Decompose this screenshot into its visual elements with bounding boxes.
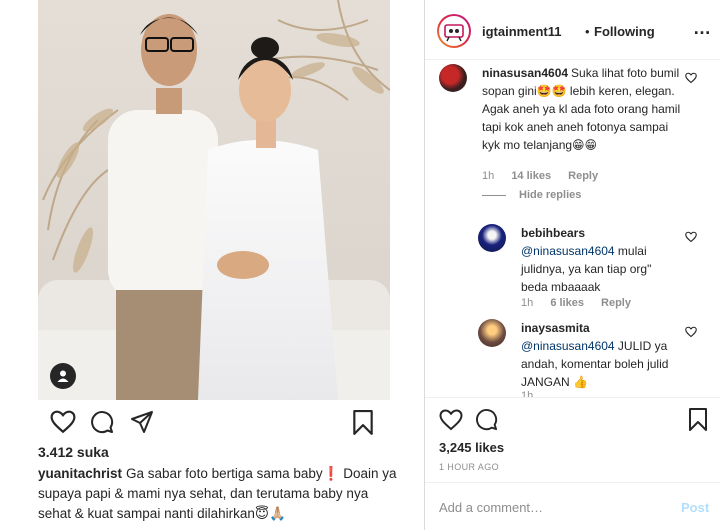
caption-username[interactable]: yuanitachrist (38, 466, 122, 481)
comment-button[interactable] (475, 408, 498, 436)
comment-likes[interactable]: 14 likes (511, 170, 551, 182)
post-comment-button[interactable]: Post (681, 500, 709, 515)
comment-meta: 1h (521, 390, 547, 397)
comments-list[interactable]: ninasusan4604 Suka lihat foto bumil sopan… (425, 60, 720, 397)
post-actions: 3,245 likes 1 HOUR AGO (425, 397, 720, 482)
post-photo[interactable] (38, 0, 390, 400)
heart-icon (50, 410, 76, 434)
hide-replies-line (482, 195, 506, 196)
comment-likes[interactable]: 6 likes (550, 297, 584, 309)
account-username[interactable]: igtainment11 (482, 24, 561, 39)
comment-heart-icon[interactable] (685, 326, 697, 338)
comment-time[interactable]: 1h (521, 390, 533, 397)
comment-meta: 1h 14 likes Reply (482, 170, 612, 182)
comment-time[interactable]: 1h (482, 170, 494, 182)
comment-avatar[interactable] (478, 224, 506, 252)
left-share-button[interactable] (130, 410, 154, 436)
comment-text: inaysasmita @ninasusan4604 JULID ya andah… (521, 319, 681, 391)
post-timestamp[interactable]: 1 HOUR AGO (439, 462, 499, 472)
bookmark-icon (689, 408, 707, 431)
post-header: igtainment11 • Following … (425, 0, 720, 60)
add-comment-input[interactable] (439, 497, 659, 517)
comment-heart-icon[interactable] (685, 72, 697, 84)
more-icon[interactable]: … (693, 18, 712, 39)
comment-username[interactable]: ninasusan4604 (482, 66, 568, 80)
account-avatar[interactable] (437, 14, 471, 48)
like-count[interactable]: 3,245 likes (439, 440, 504, 455)
comment-time[interactable]: 1h (521, 297, 533, 309)
right-post-panel: igtainment11 • Following … ninasusan4604… (425, 0, 720, 530)
reply-button[interactable]: Reply (601, 297, 631, 309)
hide-replies-button[interactable]: Hide replies (519, 189, 581, 201)
heart-icon (439, 409, 463, 431)
following-button[interactable]: Following (594, 24, 655, 39)
share-icon (131, 411, 153, 433)
left-post-card: 3.412 suka yuanitachrist Ga sabar foto be… (0, 0, 425, 530)
comment-text: bebihbears @ninasusan4604 mulai julidnya,… (521, 224, 681, 296)
comment-icon (91, 411, 114, 434)
comment-text: ninasusan4604 Suka lihat foto bumil sopan… (482, 64, 682, 154)
account-logo-icon (444, 24, 464, 42)
left-like-button[interactable] (50, 410, 76, 436)
bookmark-icon (353, 410, 373, 435)
comment-icon (476, 409, 498, 431)
like-button[interactable] (439, 409, 463, 436)
reply-button[interactable]: Reply (568, 170, 598, 182)
comment-heart-icon[interactable] (685, 231, 697, 243)
header-separator: • (585, 24, 590, 39)
comment-meta: 1h 6 likes Reply (521, 297, 645, 309)
comment-mention[interactable]: @ninasusan4604 (521, 339, 615, 353)
user-tag-button[interactable] (50, 363, 76, 389)
comment-avatar[interactable] (439, 64, 467, 92)
left-like-count[interactable]: 3.412 suka (38, 444, 109, 460)
comment-avatar[interactable] (478, 319, 506, 347)
save-button[interactable] (688, 408, 708, 437)
comment-username[interactable]: inaysasmita (521, 321, 590, 335)
comment-username[interactable]: bebihbears (521, 226, 585, 240)
user-tag-icon (57, 370, 69, 382)
left-caption: yuanitachrist Ga sabar foto bertiga sama … (38, 464, 398, 524)
add-comment-bar: Post (425, 482, 720, 530)
left-comment-button[interactable] (90, 410, 114, 436)
post-photo-illustration (38, 0, 390, 400)
left-save-button[interactable] (352, 410, 374, 436)
comment-mention[interactable]: @ninasusan4604 (521, 244, 615, 258)
